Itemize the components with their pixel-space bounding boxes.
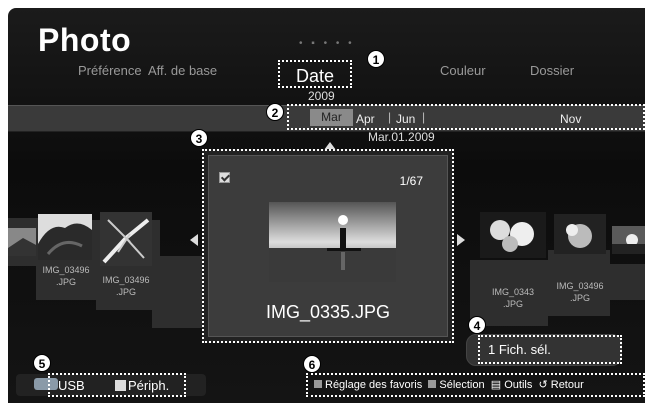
screenshot: Photo • ▪ • • • Préférence Aff. de base …	[0, 0, 645, 403]
thumbnail-name: IMG_0343 .JPG	[491, 287, 535, 309]
help-bar: Réglage des favoris Sélection ▤ Outils ↺…	[306, 373, 645, 397]
tools-icon: ▤	[490, 379, 502, 391]
page-title: Photo	[38, 22, 132, 58]
thumbnail-bg	[608, 264, 645, 300]
square-icon	[314, 380, 322, 388]
select-checkbox[interactable]	[219, 172, 230, 183]
tv-screen: Photo • ▪ • • • Préférence Aff. de base …	[8, 8, 645, 403]
thumbnail-bg	[152, 256, 204, 328]
left-arrow-icon[interactable]	[190, 234, 198, 246]
photo-thumbnail-image	[8, 228, 38, 256]
usb-label[interactable]: USB	[58, 378, 85, 393]
timeline-focus-outline	[287, 104, 645, 130]
thumbnail-name: IMG_03496 .JPG	[556, 281, 604, 303]
callout-6: 6	[303, 355, 321, 373]
thumbnail-name: IMG_03496 .JPG	[102, 275, 150, 297]
square-icon	[115, 380, 126, 391]
device-label[interactable]: Périph.	[128, 378, 169, 393]
help-item-favoris[interactable]: Réglage des favoris	[314, 379, 422, 391]
focused-photo-panel: 1/67 IMG_0335.JPG	[208, 155, 448, 337]
callout-5: 5	[33, 354, 51, 372]
tab-dossier[interactable]: Dossier	[530, 63, 574, 78]
photo-thumbnail[interactable]	[100, 212, 152, 266]
tab-date[interactable]: Date	[278, 60, 352, 88]
square-icon	[428, 380, 437, 388]
date-label: Mar.01.2009	[368, 130, 435, 144]
photo-thumbnail-image	[100, 212, 152, 266]
photo-thumbnail[interactable]	[480, 212, 546, 258]
callout-3: 3	[190, 129, 208, 147]
photo-thumbnail[interactable]	[38, 214, 92, 260]
photo-thumbnail[interactable]	[554, 214, 606, 254]
return-icon: ↺	[538, 379, 548, 391]
callout-4: 4	[468, 316, 486, 334]
right-arrow-icon[interactable]	[457, 234, 465, 246]
photo-counter: 1/67	[399, 174, 423, 188]
photo-thumbnail-image	[38, 214, 92, 260]
lighthouse-photo	[269, 202, 396, 282]
thumbnail-name: IMG_03496 .JPG	[42, 265, 90, 287]
timeline-year: 2009	[308, 89, 335, 103]
help-item-retour[interactable]: ↺ Retour	[538, 379, 583, 391]
help-item-outils[interactable]: ▤ Outils	[491, 379, 533, 391]
callout-2: 2	[266, 103, 284, 121]
focused-photo	[269, 202, 396, 282]
page-indicator: • ▪ • • •	[299, 38, 355, 49]
photo-thumbnail-image	[612, 226, 645, 254]
focused-photo-name: IMG_0335.JPG	[265, 302, 391, 322]
tab-preference[interactable]: Préférence	[78, 63, 142, 78]
focused-photo-card[interactable]: 1/67 IMG_0335.JPG	[202, 149, 454, 343]
help-item-selection[interactable]: Sélection	[428, 379, 485, 391]
photo-thumbnail-image	[480, 212, 546, 258]
selection-count: 1 Fich. sél.	[478, 335, 622, 364]
tab-aff-de-base[interactable]: Aff. de base	[148, 63, 217, 78]
photo-thumbnail[interactable]	[612, 226, 645, 254]
photo-thumbnail[interactable]	[8, 228, 38, 256]
photo-thumbnail-image	[554, 214, 606, 254]
tab-couleur[interactable]: Couleur	[440, 63, 486, 78]
callout-1: 1	[367, 50, 385, 68]
